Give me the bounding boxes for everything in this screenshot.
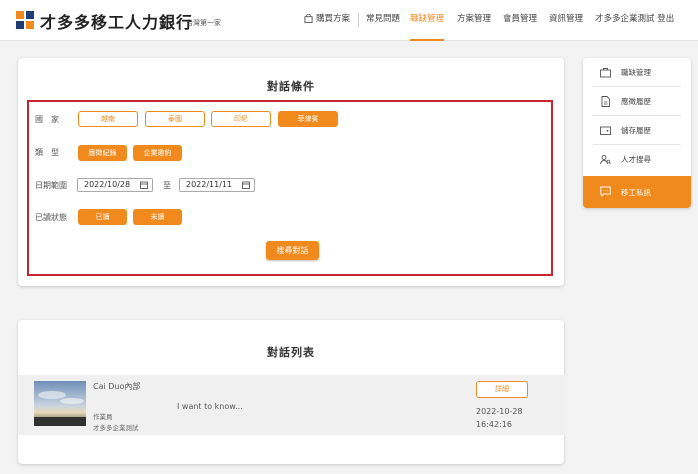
company-name: 才多多企業測試 <box>93 424 139 432</box>
read-status-label: 已讀狀態 <box>35 213 67 222</box>
unread-button[interactable]: 未讀 <box>133 209 182 225</box>
brand-logo-icon <box>16 11 34 29</box>
type-invitation-button[interactable]: 企業邀約 <box>133 145 182 161</box>
nav-recruit-management[interactable]: 職缺管理 <box>410 0 445 41</box>
search-conversation-button[interactable]: 搜尋對話 <box>266 241 319 260</box>
briefcase-icon <box>600 68 611 78</box>
conversation-list-card: 對話列表 Cai Duo內部 I want to know... 作業員 才多多… <box>18 320 566 464</box>
date-range-label: 日期範圍 <box>35 181 67 190</box>
country-label: 國 家 <box>35 115 59 124</box>
message-icon <box>600 186 611 197</box>
sidebar-item-label: 人才搜尋 <box>621 155 651 164</box>
country-philippines-button[interactable]: 菲律賓 <box>278 111 338 127</box>
brand-tagline: 台灣第一家 <box>186 19 221 27</box>
people-search-icon <box>600 155 611 165</box>
shopping-bag-icon[interactable] <box>304 14 313 23</box>
message-date: 2022-10-28 <box>476 407 523 416</box>
country-vietnam-button[interactable]: 越南 <box>78 111 138 127</box>
sidebar-item-talent-search[interactable]: 人才搜尋 <box>583 145 691 174</box>
sidebar-item-label: 移工私訊 <box>621 188 651 197</box>
sidebar-item-label: 職缺管理 <box>621 68 651 77</box>
country-thailand-button[interactable]: 泰國 <box>145 111 205 127</box>
nav-account-logout[interactable]: 才多多企業測試 登出 <box>595 0 674 41</box>
avatar-photo <box>34 381 86 426</box>
date-from-input[interactable]: 2022/10/28 <box>77 178 153 192</box>
nav-divider <box>358 13 359 27</box>
date-to-label: 至 <box>163 181 171 190</box>
side-menu: 職缺管理 應徵履歷 儲存履歷 人才搜尋 移工私訊 <box>583 58 691 208</box>
read-button[interactable]: 已讀 <box>78 209 127 225</box>
sidebar-item-label: 應徵履歷 <box>621 97 651 106</box>
resume-icon <box>601 96 610 107</box>
brand-name[interactable]: 才多多移工人力銀行 <box>40 9 193 33</box>
sidebar-item-saved-resumes[interactable]: 儲存履歷 <box>583 116 691 145</box>
job-role: 作業員 <box>93 413 113 421</box>
filter-highlight-box: 國 家 越南 泰國 印尼 菲律賓 類 型 應徵紀錄 企業邀約 日期範圍 2022… <box>27 100 553 276</box>
message-time: 16:42:16 <box>476 420 512 429</box>
country-indonesia-button[interactable]: 印尼 <box>211 111 271 127</box>
sender-name: Cai Duo內部 <box>93 382 141 391</box>
top-header: 才多多移工人力銀行 台灣第一家 購買方案 常見問題 職缺管理 方案管理 會員管理… <box>0 0 698 41</box>
conversation-row[interactable]: Cai Duo內部 I want to know... 作業員 才多多企業測試 … <box>18 375 566 435</box>
sidebar-item-applications[interactable]: 應徵履歷 <box>583 87 691 116</box>
filter-title: 對話條件 <box>267 80 315 93</box>
detail-button[interactable]: 詳細 <box>476 381 528 398</box>
list-title: 對話列表 <box>267 346 315 359</box>
sidebar-item-worker-messages[interactable]: 移工私訊 <box>583 176 691 208</box>
calendar-icon[interactable] <box>242 181 250 189</box>
nav-info-management[interactable]: 資訊管理 <box>549 0 583 41</box>
calendar-icon[interactable] <box>140 181 148 189</box>
date-to-value: 2022/11/11 <box>186 180 233 189</box>
nav-faq[interactable]: 常見問題 <box>366 0 400 41</box>
date-from-value: 2022/10/28 <box>84 180 131 189</box>
nav-member-management[interactable]: 會員管理 <box>503 0 537 41</box>
sidebar-item-label: 儲存履歷 <box>621 126 651 135</box>
message-preview: I want to know... <box>177 402 243 411</box>
nav-buy-plan[interactable]: 購買方案 <box>316 0 350 41</box>
filter-card: 對話條件 國 家 越南 泰國 印尼 菲律賓 類 型 應徵紀錄 企業邀約 日期範圍… <box>18 58 564 286</box>
date-to-input[interactable]: 2022/11/11 <box>179 178 255 192</box>
type-application-button[interactable]: 應徵紀錄 <box>78 145 127 161</box>
nav-plan-management[interactable]: 方案管理 <box>457 0 491 41</box>
sidebar-item-job-management[interactable]: 職缺管理 <box>583 58 691 87</box>
type-label: 類 型 <box>35 148 59 157</box>
wallet-icon <box>600 126 611 135</box>
